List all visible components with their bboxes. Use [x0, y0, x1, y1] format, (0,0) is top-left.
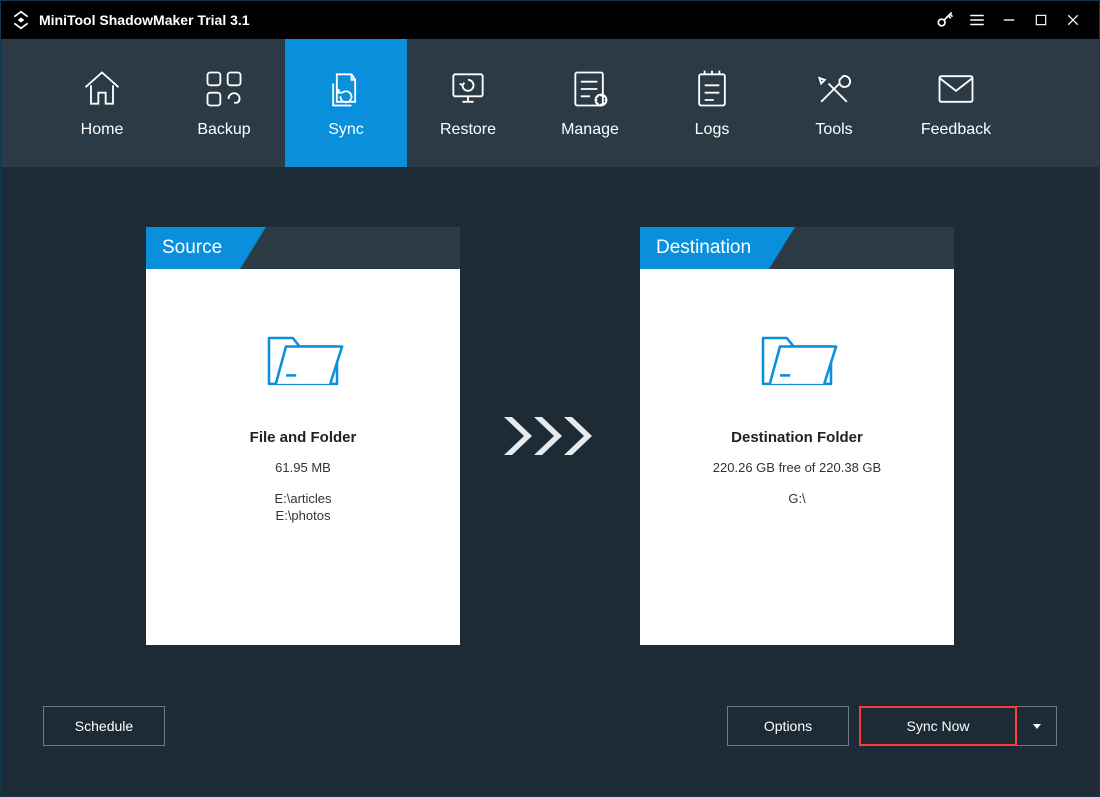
nav-sync[interactable]: Sync — [285, 39, 407, 167]
menu-icon[interactable] — [961, 1, 993, 39]
sync-now-dropdown[interactable] — [1017, 706, 1057, 746]
app-window: MiniTool ShadowMaker Trial 3.1 Home — [0, 0, 1100, 797]
key-icon[interactable] — [929, 1, 961, 39]
nav-label: Restore — [440, 121, 496, 139]
nav-logs[interactable]: Logs — [651, 39, 773, 167]
nav-backup[interactable]: Backup — [163, 39, 285, 167]
close-button[interactable] — [1057, 1, 1089, 39]
destination-title: Destination Folder — [731, 429, 863, 446]
destination-panel[interactable]: Destination Destination Folder 220.26 GB… — [640, 227, 954, 645]
nav-label: Home — [81, 121, 124, 139]
destination-path: G:\ — [788, 491, 805, 506]
titlebar: MiniTool ShadowMaker Trial 3.1 — [1, 1, 1099, 39]
nav-label: Logs — [695, 121, 730, 139]
source-header-label: Source — [146, 227, 240, 269]
nav-feedback[interactable]: Feedback — [895, 39, 1017, 167]
nav-tools[interactable]: Tools — [773, 39, 895, 167]
backup-icon — [202, 67, 246, 111]
source-path-1: E:\articles — [274, 491, 331, 506]
schedule-button[interactable]: Schedule — [43, 706, 165, 746]
bottom-bar: Schedule Options Sync Now — [1, 704, 1099, 748]
app-logo-icon — [11, 10, 31, 30]
source-title: File and Folder — [250, 429, 357, 446]
main-nav: Home Backup Sync Restore Manage — [1, 39, 1099, 167]
feedback-icon — [934, 67, 978, 111]
destination-space: 220.26 GB free of 220.38 GB — [713, 460, 881, 475]
options-button[interactable]: Options — [727, 706, 849, 746]
home-icon — [80, 67, 124, 111]
nav-home[interactable]: Home — [41, 39, 163, 167]
manage-icon — [568, 67, 612, 111]
nav-label: Sync — [328, 121, 364, 139]
content-area: Source File and Folder 61.95 MB E:\artic… — [1, 167, 1099, 796]
source-size: 61.95 MB — [275, 460, 331, 475]
maximize-button[interactable] — [1025, 1, 1057, 39]
sync-icon — [324, 67, 368, 111]
destination-panel-header: Destination — [640, 227, 954, 269]
sync-now-button[interactable]: Sync Now — [859, 706, 1017, 746]
tools-icon — [812, 67, 856, 111]
destination-header-label: Destination — [640, 227, 769, 269]
logs-icon — [690, 67, 734, 111]
source-path-2: E:\photos — [276, 508, 331, 523]
nav-restore[interactable]: Restore — [407, 39, 529, 167]
app-title: MiniTool ShadowMaker Trial 3.1 — [39, 12, 250, 28]
nav-label: Tools — [815, 121, 852, 139]
source-panel[interactable]: Source File and Folder 61.95 MB E:\artic… — [146, 227, 460, 645]
nav-label: Manage — [561, 121, 619, 139]
nav-label: Backup — [197, 121, 250, 139]
minimize-button[interactable] — [993, 1, 1025, 39]
folder-icon — [754, 321, 840, 389]
nav-label: Feedback — [921, 121, 991, 139]
nav-manage[interactable]: Manage — [529, 39, 651, 167]
arrow-icon — [500, 227, 600, 645]
restore-icon — [446, 67, 490, 111]
folder-icon — [260, 321, 346, 389]
source-panel-header: Source — [146, 227, 460, 269]
